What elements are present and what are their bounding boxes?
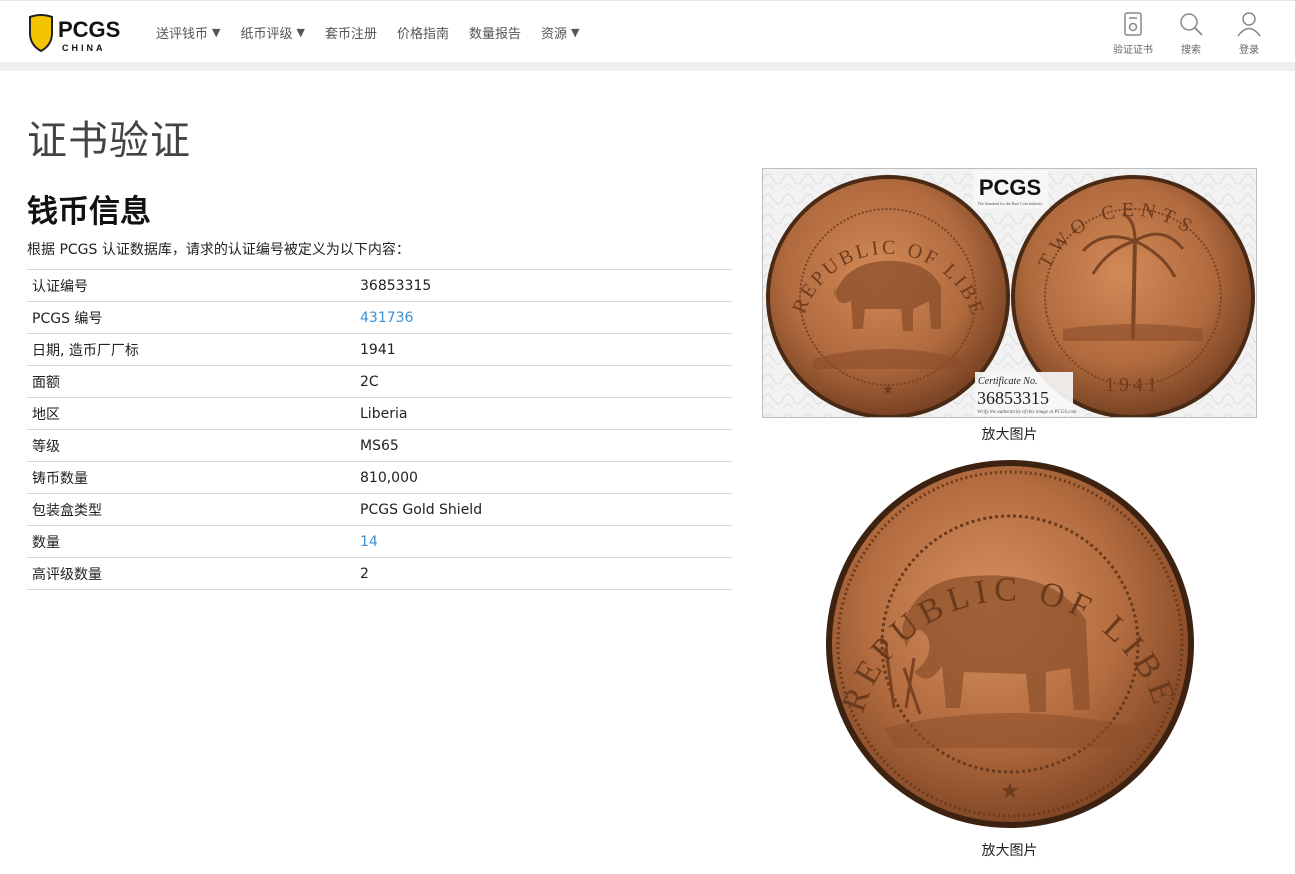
info-row: 面额 2C (27, 365, 732, 398)
info-value-cell: Liberia (360, 405, 408, 422)
info-row: 数量 14 (27, 525, 732, 558)
nav-item-2[interactable]: 套币注册 (325, 23, 377, 42)
slab-pcgs-logo: PCGS (979, 175, 1041, 200)
nav-item-label: 送评钱币 (156, 27, 209, 42)
info-value-cell: PCGS Gold Shield (360, 501, 483, 518)
svg-text:PCGS: PCGS (58, 17, 120, 42)
nav-item-3[interactable]: 价格指南 (397, 23, 449, 42)
search-tool[interactable]: 搜索 (1171, 11, 1211, 56)
verify-cert-label: 验证证书 (1113, 45, 1153, 56)
nav-item-label: 套币注册 (324, 27, 377, 42)
info-value-cell: 431736 (355, 302, 732, 334)
slab-photo: ★ REPUBLIC OF LIBERIA TWO CENTS 1941 PCG… (763, 169, 1256, 417)
info-row: 铸币数量 810,000 (27, 461, 732, 494)
info-row: 地区 Liberia (27, 397, 732, 430)
info-key: 数量 (32, 534, 60, 551)
info-key: 高评级数量 (32, 566, 102, 583)
slab-cert-label: Certificate No. (978, 376, 1037, 387)
svg-text:★: ★ (882, 382, 895, 398)
pcgs-china-logo[interactable]: PCGS CHINA (27, 13, 127, 53)
slab-reverse-year: 1941 (1105, 374, 1161, 396)
svg-text:CHINA: CHINA (62, 43, 106, 53)
intro-text: 根据 PCGS 认证数据库，请求的认证编号被定义为以下内容： (27, 242, 410, 258)
obverse-coin-image[interactable]: ★ REPUBLIC OF LIBERIA (824, 458, 1196, 830)
info-value-cell: 14 (355, 526, 732, 558)
caret-down-icon: ▼ (212, 26, 221, 39)
search-icon (1180, 13, 1203, 36)
header-divider-band (0, 62, 1295, 71)
slab-verify-text: Verify the authenticity of this image at… (977, 410, 1077, 415)
info-row: PCGS 编号 431736 (27, 301, 732, 334)
nav-item-4[interactable]: 数量报告 (469, 23, 521, 42)
nav-item-label: 纸币评级 (240, 27, 293, 42)
nav-item-0[interactable]: 送评钱币 ▼ (156, 23, 220, 42)
svg-text:★: ★ (1000, 779, 1020, 804)
info-value-cell: 1941 (360, 341, 396, 358)
info-value-link[interactable]: 14 (360, 534, 378, 550)
info-key: 面额 (32, 374, 60, 391)
enlarge-image-link-1[interactable]: 放大图片 (962, 424, 1057, 444)
nav-item-label: 资源 (541, 27, 568, 42)
search-label: 搜索 (1181, 45, 1201, 56)
slab-image[interactable]: ★ REPUBLIC OF LIBERIA TWO CENTS 1941 PCG… (762, 168, 1257, 418)
caret-down-icon: ▼ (571, 26, 580, 39)
info-key: 认证编号 (32, 278, 88, 295)
info-value-cell: 810,000 (360, 469, 418, 486)
info-key: 日期, 造币厂厂标 (32, 342, 139, 359)
page-title: 证书验证 (27, 118, 191, 164)
enlarge-image-link-2[interactable]: 放大图片 (962, 840, 1057, 860)
login-tool[interactable]: 登录 (1229, 11, 1269, 56)
info-key: 等级 (32, 438, 60, 455)
info-value-cell: 36853315 (360, 277, 432, 294)
slab-cert-number: 36853315 (977, 388, 1049, 408)
info-value-cell: 2 (360, 565, 369, 582)
nav-item-5[interactable]: 资源 ▼ (541, 23, 579, 42)
login-label: 登录 (1239, 45, 1259, 56)
info-key: 铸币数量 (32, 470, 88, 487)
info-row: 高评级数量 2 (27, 557, 732, 590)
info-row: 等级 MS65 (27, 429, 732, 462)
info-row: 日期, 造币厂厂标 1941 (27, 333, 732, 366)
nav-item-label: 数量报告 (469, 27, 522, 42)
site-header: PCGS CHINA 送评钱币 ▼ 纸币评级 ▼ 套币注册 价格指南 数量报告 资源 ▼ 验证证… (0, 0, 1295, 62)
certificate-icon (1124, 12, 1142, 36)
verify-cert-tool[interactable]: 验证证书 (1113, 11, 1153, 56)
coin-info-table: 认证编号 36853315 PCGS 编号 431736 日期, 造币厂厂标 1941 面额… (27, 269, 732, 590)
user-icon (1237, 12, 1261, 37)
info-value-cell: 2C (360, 373, 379, 390)
info-key: 包装盒类型 (32, 502, 102, 519)
info-value-link[interactable]: 431736 (360, 310, 413, 326)
info-key: PCGS 编号 (32, 310, 103, 327)
info-row: 包装盒类型 PCGS Gold Shield (27, 493, 732, 526)
info-key: 地区 (32, 406, 60, 423)
caret-down-icon: ▼ (296, 26, 305, 39)
slab-tagline: The Standard for the Rare Coin Industry (978, 201, 1043, 206)
info-value-cell: MS65 (360, 437, 399, 454)
info-row: 认证编号 36853315 (27, 269, 732, 302)
section-title: 钱币信息 (27, 194, 151, 230)
main-nav: 送评钱币 ▼ 纸币评级 ▼ 套币注册 价格指南 数量报告 资源 ▼ (156, 23, 580, 42)
nav-item-label: 价格指南 (396, 27, 449, 42)
nav-item-1[interactable]: 纸币评级 ▼ (240, 23, 304, 42)
header-tools: 验证证书 搜索 登录 (1113, 11, 1269, 56)
